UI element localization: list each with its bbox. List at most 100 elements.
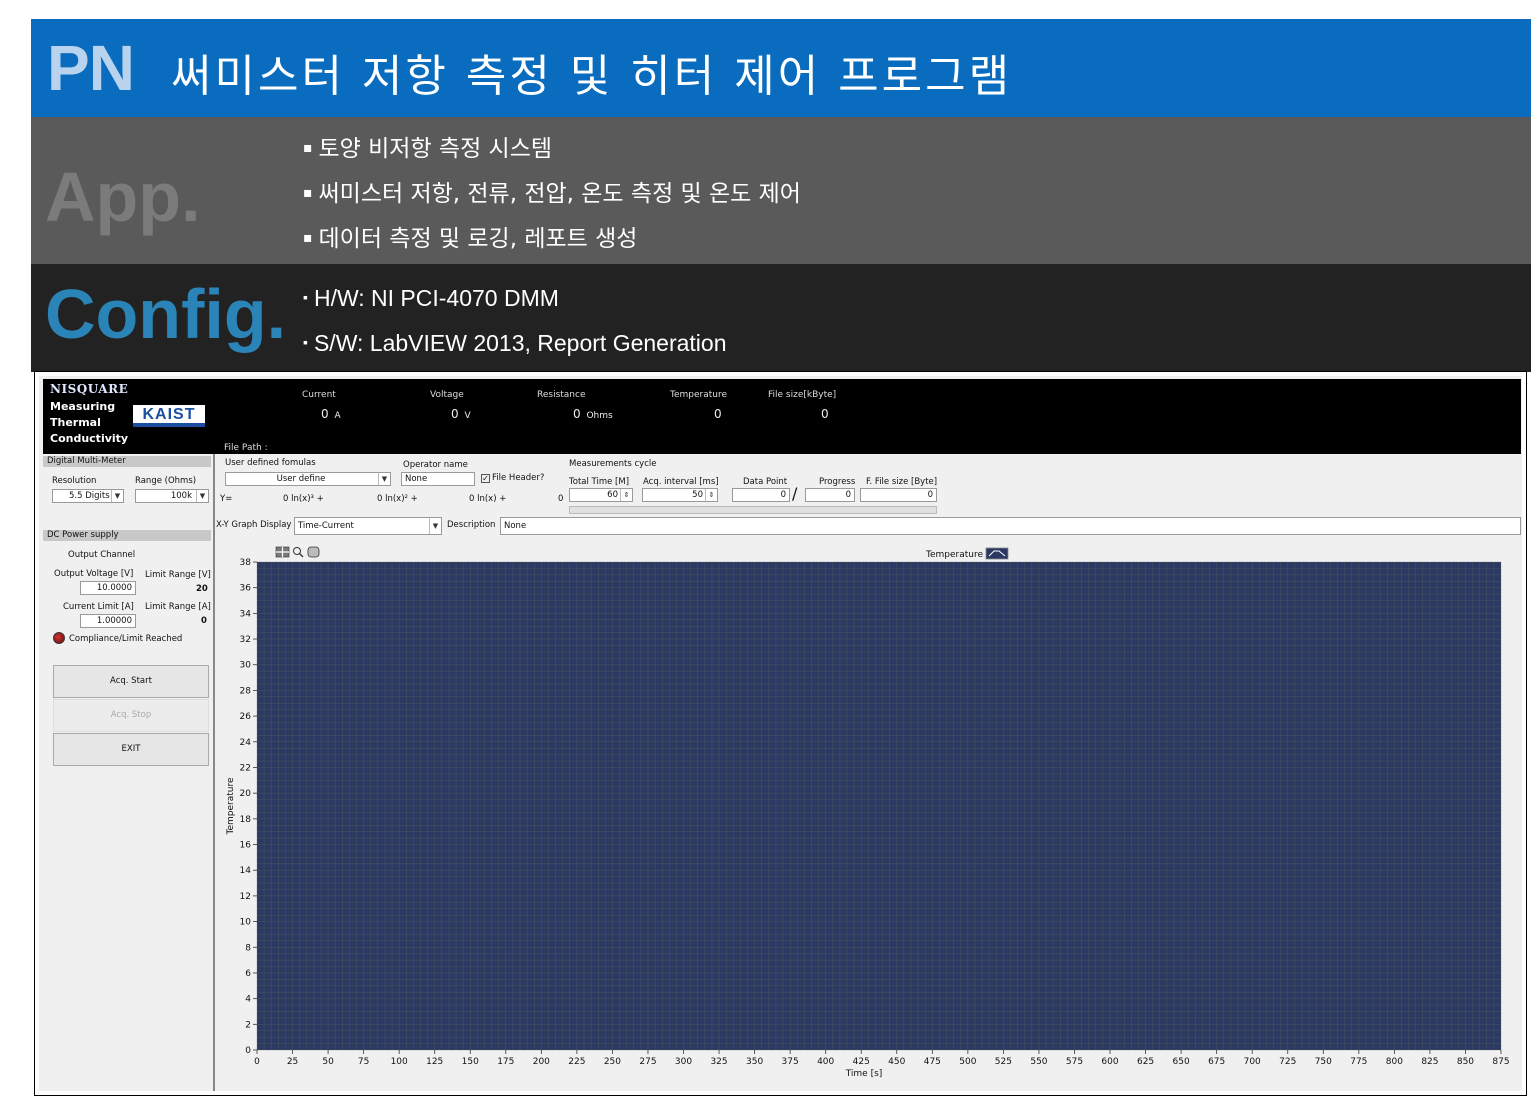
progress-label: Progress xyxy=(819,477,856,487)
formula-term: 0 xyxy=(558,494,564,504)
main-panel: User defined fomulas User define ▼ Operat… xyxy=(215,454,1521,1091)
y-tick-label: 38 xyxy=(240,558,252,568)
x-tick-label: 700 xyxy=(1244,1057,1261,1067)
y-tick-label: 34 xyxy=(240,609,252,619)
compliance-led-icon xyxy=(53,632,65,644)
range-value: 100k xyxy=(170,491,192,501)
operator-field[interactable]: None xyxy=(401,472,475,486)
x-tick-label: 250 xyxy=(604,1057,621,1067)
limit-range-v-label: Limit Range [V] xyxy=(145,570,211,580)
legend-line-icon[interactable] xyxy=(985,547,1009,560)
y-axis: 02468101214161820222426283032343638 xyxy=(240,558,257,1056)
app-window-screenshot: NISQUARE Measuring Thermal Conductivity … xyxy=(34,371,1527,1096)
x-tick-label: 800 xyxy=(1386,1057,1403,1067)
logo: NISQUARE Measuring Thermal Conductivity … xyxy=(43,379,215,454)
data-point-field: 0 xyxy=(732,488,790,502)
x-tick-label: 875 xyxy=(1492,1057,1509,1067)
x-tick-label: 750 xyxy=(1315,1057,1332,1067)
resolution-label: Resolution xyxy=(52,476,97,486)
y-tick-label: 22 xyxy=(240,763,251,773)
file-size-field: 0 xyxy=(860,488,937,502)
y-tick-label: 20 xyxy=(240,789,252,799)
cursor-tool-icon[interactable] xyxy=(275,546,290,558)
separator-slash: / xyxy=(792,484,798,503)
y-tick-label: 26 xyxy=(240,712,252,722)
formula-value: User define xyxy=(276,474,326,484)
x-tick-label: 500 xyxy=(959,1057,976,1067)
temperature-chart: Temperature 0246810121416182022242628303… xyxy=(226,546,1510,1079)
slide: PN 써미스터 저항 측정 및 히터 제어 프로그램 App. 토양 비저항 측… xyxy=(0,0,1539,1109)
filesize-value: 0 xyxy=(821,407,829,421)
xy-graph-display-value: Time-Current xyxy=(298,521,354,531)
x-tick-label: 325 xyxy=(710,1057,727,1067)
x-axis-label: Time [s] xyxy=(845,1069,883,1079)
x-tick-label: 300 xyxy=(675,1057,692,1067)
y-tick-label: 2 xyxy=(245,1020,251,1030)
x-tick-label: 225 xyxy=(568,1057,585,1067)
logo-text: Measuring Thermal Conductivity xyxy=(50,399,128,447)
x-tick-label: 425 xyxy=(853,1057,870,1067)
x-tick-label: 200 xyxy=(533,1057,550,1067)
total-time-field[interactable]: 60 ⇕ xyxy=(569,488,633,502)
y-tick-label: 24 xyxy=(240,738,252,748)
x-tick-label: 0 xyxy=(254,1057,260,1067)
output-voltage-field[interactable]: 10.0000 xyxy=(80,581,136,595)
x-tick-label: 600 xyxy=(1101,1057,1118,1067)
exit-button[interactable]: EXIT xyxy=(53,733,209,766)
formula-label: User defined fomulas xyxy=(225,458,316,468)
x-tick-label: 75 xyxy=(358,1057,369,1067)
x-tick-label: 725 xyxy=(1279,1057,1296,1067)
x-tick-label: 375 xyxy=(782,1057,799,1067)
xy-graph-display-label: X-Y Graph Display xyxy=(216,520,292,530)
y-tick-label: 30 xyxy=(240,661,252,671)
app-tag: App. xyxy=(45,158,201,236)
compliance-label: Compliance/Limit Reached xyxy=(69,634,183,644)
measurements-cycle-label: Measurements cycle xyxy=(569,459,657,469)
acq-stop-button[interactable]: Acq. Stop xyxy=(53,699,209,732)
dmm-header: Digital Multi-Meter xyxy=(43,456,211,467)
voltage-unit: V xyxy=(464,411,471,421)
x-tick-label: 275 xyxy=(639,1057,656,1067)
chevron-down-icon: ▼ xyxy=(378,473,390,485)
formula-term: 0 ln(x)³ + xyxy=(283,494,324,504)
range-select[interactable]: 100k ▼ xyxy=(135,489,209,503)
stepper-icon[interactable]: ⇕ xyxy=(620,489,632,501)
current-limit-field[interactable]: 1.00000 xyxy=(80,614,136,628)
description-field[interactable]: None xyxy=(500,517,1521,535)
formula-term: 0 ln(x)² + xyxy=(377,494,418,504)
x-tick-label: 675 xyxy=(1208,1057,1225,1067)
chevron-down-icon: ▼ xyxy=(196,490,208,502)
formula-term: 0 ln(x) + xyxy=(469,494,507,504)
chevron-down-icon: ▼ xyxy=(111,490,123,502)
chevron-down-icon: ▼ xyxy=(429,518,441,534)
formula-select[interactable]: User define ▼ xyxy=(225,472,391,486)
acq-start-button[interactable]: Acq. Start xyxy=(53,665,209,698)
stepper-icon[interactable]: ⇕ xyxy=(705,489,717,501)
acq-interval-field[interactable]: 50 ⇕ xyxy=(642,488,718,502)
file-header-checkbox[interactable]: ✓ File Header? xyxy=(481,473,544,483)
y-tick-label: 32 xyxy=(240,635,251,645)
x-tick-label: 100 xyxy=(391,1057,408,1067)
output-channel-label: Output Channel xyxy=(68,550,136,560)
progress-bar xyxy=(569,506,937,514)
y-tick-label: 14 xyxy=(240,866,252,876)
app-banner: App. 토양 비저항 측정 시스템 써미스터 저항, 전류, 전압, 온도 측… xyxy=(31,117,1531,264)
resolution-select[interactable]: 5.5 Digits ▼ xyxy=(52,489,124,503)
progress-field: 0 xyxy=(805,488,855,502)
voltage-label: Voltage xyxy=(430,390,464,400)
x-tick-label: 450 xyxy=(888,1057,905,1067)
pn-tag: PN xyxy=(47,32,135,104)
y-tick-label: 16 xyxy=(240,841,252,851)
zoom-tool-icon[interactable] xyxy=(293,547,304,558)
pan-hand-icon[interactable] xyxy=(307,546,320,558)
x-tick-label: 475 xyxy=(924,1057,941,1067)
resistance-unit: Ohms xyxy=(586,411,613,421)
voltage-readout: 0 V xyxy=(451,407,471,421)
voltage-value: 0 xyxy=(451,407,459,421)
x-tick-label: 575 xyxy=(1066,1057,1083,1067)
status-bar: Current 0 A Voltage 0 V Resistance 0 Ohm… xyxy=(215,379,1521,454)
x-tick-label: 550 xyxy=(1030,1057,1047,1067)
xy-graph-display-select[interactable]: Time-Current ▼ xyxy=(294,517,442,535)
total-time-value: 60 xyxy=(607,490,618,500)
x-tick-label: 775 xyxy=(1350,1057,1367,1067)
